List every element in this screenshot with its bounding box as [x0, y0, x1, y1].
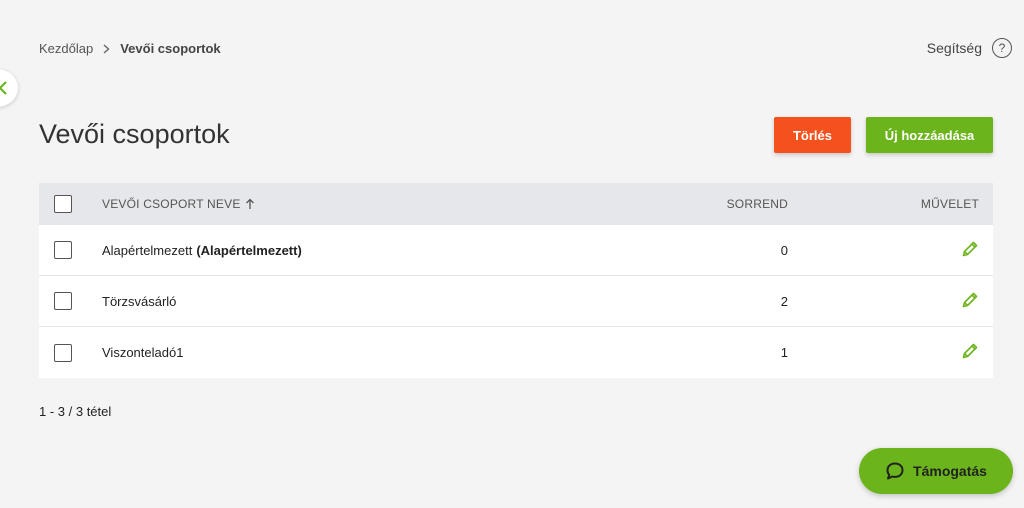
column-header-action: MŰVELET — [920, 197, 979, 211]
row-checkbox[interactable] — [54, 241, 72, 259]
row-name-cell: Alapértelmezett (Alapértelmezett) — [102, 243, 638, 258]
table-row: Alapértelmezett (Alapértelmezett) 0 — [39, 225, 993, 276]
table-row: Törzsvásárló 2 — [39, 276, 993, 327]
support-label: Támogatás — [913, 463, 987, 479]
row-checkbox[interactable] — [54, 343, 72, 362]
row-name: Törzsvásárló — [102, 293, 177, 309]
select-all-checkbox[interactable] — [54, 195, 72, 213]
column-header-order[interactable]: SORREND — [638, 197, 788, 211]
table-row: Viszonteladó1 1 — [39, 327, 993, 378]
breadcrumb-home-link[interactable]: Kezdőlap — [39, 41, 93, 56]
table-header: VEVŐI CSOPORT NEVE SORREND MŰVELET — [39, 183, 993, 225]
page: Kezdőlap Vevői csoportok Segítség ? Vevő… — [0, 0, 1024, 508]
default-tag: (Alapértelmezett) — [196, 242, 302, 258]
row-order: 1 — [780, 345, 788, 360]
row-action-cell — [788, 240, 993, 261]
help-link[interactable]: Segítség ? — [927, 38, 1012, 58]
row-name-cell: Törzsvásárló — [102, 294, 638, 309]
support-chat-button[interactable]: Támogatás — [859, 448, 1013, 494]
add-new-button[interactable]: Új hozzáadása — [866, 117, 993, 153]
pagination-summary: 1 - 3 / 3 tétel — [39, 404, 112, 419]
customer-groups-table: VEVŐI CSOPORT NEVE SORREND MŰVELET Alapé… — [39, 183, 993, 378]
row-select-cell — [39, 292, 102, 310]
sidebar-collapse-button[interactable] — [0, 69, 18, 107]
column-header-name-label: VEVŐI CSOPORT NEVE — [102, 197, 241, 211]
select-all-cell — [39, 195, 102, 213]
chevron-right-icon — [103, 43, 110, 54]
question-icon: ? — [992, 38, 1012, 58]
edit-pencil-icon[interactable] — [961, 240, 979, 261]
row-name-cell: Viszonteladó1 — [102, 345, 638, 360]
delete-button[interactable]: Törlés — [774, 117, 851, 153]
row-select-cell — [39, 343, 102, 362]
breadcrumb: Kezdőlap Vevői csoportok — [39, 41, 221, 56]
row-order: 0 — [780, 242, 788, 258]
row-checkbox[interactable] — [54, 292, 72, 310]
row-order: 2 — [780, 293, 788, 309]
help-label: Segítség — [926, 40, 982, 56]
breadcrumb-current: Vevői csoportok — [120, 41, 221, 56]
chevron-left-icon — [0, 81, 7, 95]
row-action-cell — [788, 342, 993, 363]
page-title: Vevői csoportok — [39, 119, 230, 149]
row-name: Alapértelmezett — [102, 242, 193, 258]
row-name: Viszonteladó1 — [102, 345, 184, 360]
sort-ascending-icon — [245, 198, 255, 210]
edit-pencil-icon[interactable] — [961, 291, 979, 312]
chat-bubble-icon — [886, 462, 904, 480]
edit-pencil-icon[interactable] — [961, 342, 979, 363]
column-header-name[interactable]: VEVŐI CSOPORT NEVE — [102, 197, 638, 211]
row-action-cell — [788, 291, 993, 312]
row-select-cell — [39, 241, 102, 259]
